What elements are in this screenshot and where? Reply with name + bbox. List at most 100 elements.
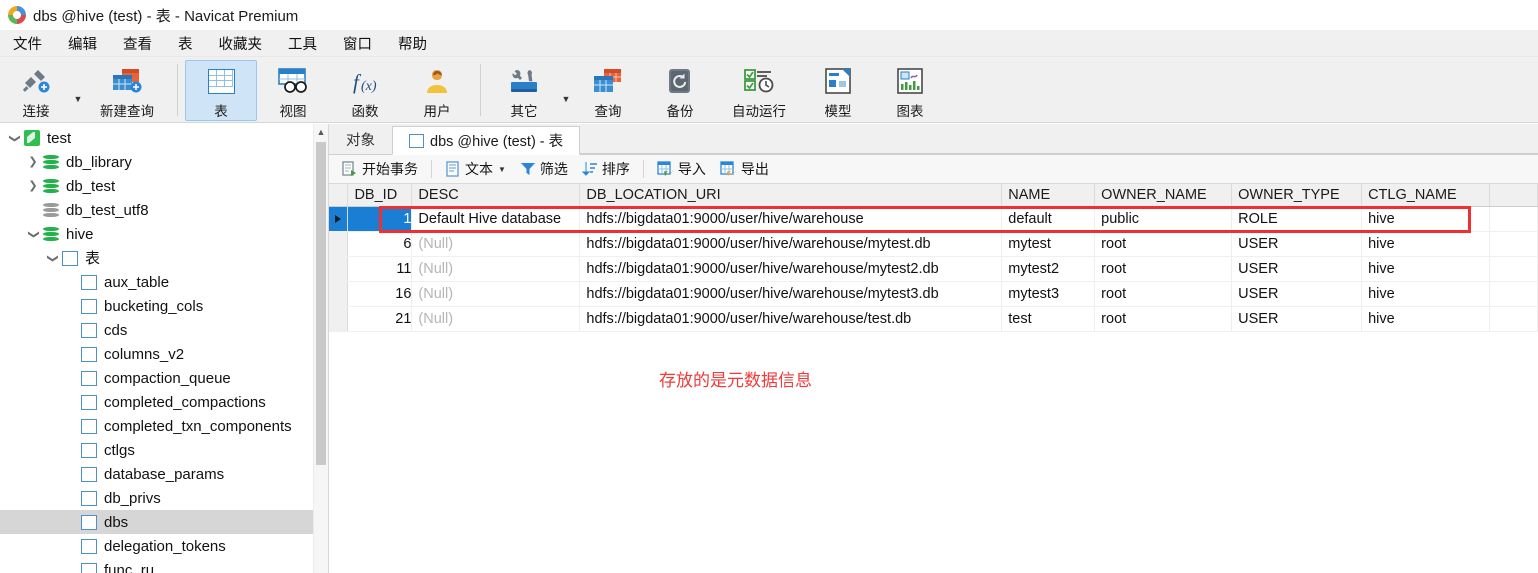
toolbar-model[interactable]: 模型 [802,60,874,121]
toolbar-table[interactable]: 表 [185,60,257,121]
grid-cell[interactable]: hdfs://bigdata01:9000/user/hive/warehous… [579,206,1003,232]
grid-cell-null[interactable]: (Null) [411,231,581,257]
menu-edit[interactable]: 编辑 [55,30,110,57]
grid-cell[interactable]: test [1001,306,1096,332]
grid-cell[interactable]: hdfs://bigdata01:9000/user/hive/warehous… [579,281,1003,307]
grid-cell[interactable]: USER [1231,231,1363,257]
chevron-up-icon[interactable]: ▲ [314,124,328,139]
grid-row[interactable]: 11 (Null) hdfs://bigdata01:9000/user/hive/… [329,256,1538,282]
tree-item-completed_txn_components[interactable]: completed_txn_components [0,414,328,438]
toolbar-automation[interactable]: 自动运行 [716,60,802,121]
tree-item-delegation_tokens[interactable]: delegation_tokens [0,534,328,558]
sidebar-scrollbar-thumb[interactable] [316,142,326,465]
toolbar-view[interactable]: 视图 [257,60,329,121]
tree-item-db_library[interactable]: ❯ db_library [0,150,328,174]
grid-cell[interactable]: public [1094,206,1233,232]
tree-item-ctlgs[interactable]: ctlgs [0,438,328,462]
chevron-down-icon[interactable]: ❯ [28,224,40,244]
toolbar-chart[interactable]: 图表 [874,60,946,121]
grid-cell[interactable]: default [1001,206,1096,232]
grid-cell[interactable]: 11 [347,256,413,282]
grid-cell[interactable]: 16 [347,281,413,307]
grid-cell[interactable]: root [1094,256,1233,282]
filter-button[interactable]: 筛选 [513,157,575,181]
current-row-indicator-icon[interactable] [329,206,349,232]
tree-item-completed_compactions[interactable]: completed_compactions [0,390,328,414]
grid-cell[interactable]: Default Hive database [411,206,581,232]
chevron-down-icon[interactable]: ▼ [498,165,506,174]
grid-cell[interactable]: hive [1361,231,1491,257]
toolbar-query[interactable]: 查询 [572,60,644,121]
grid-cell[interactable]: hdfs://bigdata01:9000/user/hive/warehous… [579,231,1003,257]
chevron-right-icon[interactable]: ❯ [23,156,43,168]
grid-cell-null[interactable]: (Null) [411,306,581,332]
tree-item-db_privs[interactable]: db_privs [0,486,328,510]
grid-cell[interactable]: hive [1361,256,1491,282]
grid-row[interactable]: 16 (Null) hdfs://bigdata01:9000/user/hive/… [329,281,1538,307]
grid-column-header[interactable]: NAME [1001,184,1096,207]
begin-transaction-button[interactable]: 开始事务 [335,157,425,181]
toolbar-new-query[interactable]: 新建查询 [84,60,170,121]
tree-item-aux_table[interactable]: aux_table [0,270,328,294]
tree-item-compaction_queue[interactable]: compaction_queue [0,366,328,390]
tree-item-hive[interactable]: ❯ hive [0,222,328,246]
grid-cell-null[interactable]: (Null) [411,256,581,282]
tab-objects[interactable]: 对象 [329,125,392,154]
grid-cell[interactable]: 21 [347,306,413,332]
chevron-down-icon[interactable]: ❯ [47,248,59,268]
chevron-right-icon[interactable]: ❯ [23,180,43,192]
grid-row-gutter[interactable] [329,306,349,332]
grid-cell[interactable]: hdfs://bigdata01:9000/user/hive/warehous… [579,306,1003,332]
grid-column-header[interactable]: OWNER_TYPE [1231,184,1363,207]
grid-column-header[interactable]: DB_LOCATION_URI [579,184,1003,207]
menu-file[interactable]: 文件 [0,30,55,57]
tree-item-cds[interactable]: cds [0,318,328,342]
text-view-button[interactable]: 文本 ▼ [438,157,513,181]
tree-item-db_test[interactable]: ❯ db_test [0,174,328,198]
grid-cell[interactable]: hdfs://bigdata01:9000/user/hive/warehous… [579,256,1003,282]
grid-cell[interactable]: 1 [347,206,413,232]
sidebar-scrollbar[interactable]: ▲ [313,124,328,573]
sort-button[interactable]: 排序 [575,157,637,181]
grid-cell[interactable]: USER [1231,306,1363,332]
grid-cell-null[interactable]: (Null) [411,281,581,307]
grid-cell[interactable]: root [1094,306,1233,332]
menu-table[interactable]: 表 [165,30,206,57]
grid-cell[interactable]: USER [1231,281,1363,307]
grid-cell[interactable]: hive [1361,306,1491,332]
chevron-down-icon[interactable]: ▼ [72,94,84,104]
grid-column-header[interactable]: DESC [411,184,581,207]
grid-row[interactable]: 6 (Null) hdfs://bigdata01:9000/user/hive/w… [329,231,1538,257]
grid-cell[interactable]: USER [1231,256,1363,282]
toolbar-other[interactable]: 其它 [488,60,560,121]
menu-favorites[interactable]: 收藏夹 [206,30,276,57]
tree-item-test[interactable]: ❯ test [0,126,328,150]
grid-cell[interactable]: hive [1361,281,1491,307]
export-button[interactable]: 导出 [713,157,776,181]
grid-cell[interactable]: mytest3 [1001,281,1096,307]
grid-cell[interactable]: root [1094,231,1233,257]
grid-cell[interactable]: mytest [1001,231,1096,257]
menu-window[interactable]: 窗口 [330,30,385,57]
toolbar-backup[interactable]: 备份 [644,60,716,121]
tab-dbs-table[interactable]: dbs @hive (test) - 表 [392,126,581,155]
tree-item-dbs[interactable]: dbs [0,510,328,534]
menu-tools[interactable]: 工具 [275,30,330,57]
grid-column-header[interactable]: DB_ID [347,184,413,207]
tree-item-bucketing_cols[interactable]: bucketing_cols [0,294,328,318]
tree-item-database_params[interactable]: database_params [0,462,328,486]
grid-column-header[interactable]: CTLG_NAME [1361,184,1491,207]
grid-cell[interactable]: 6 [347,231,413,257]
grid-cell[interactable]: ROLE [1231,206,1363,232]
grid-row[interactable]: 21 (Null) hdfs://bigdata01:9000/user/hive/… [329,306,1538,332]
grid-row-gutter[interactable] [329,281,349,307]
chevron-down-icon[interactable]: ▼ [560,94,572,104]
grid-row-gutter[interactable] [329,231,349,257]
tree-item-columns_v2[interactable]: columns_v2 [0,342,328,366]
toolbar-user[interactable]: 用户 [401,60,473,121]
chevron-down-icon[interactable]: ❯ [9,128,21,148]
tree-item-[interactable]: ❯ 表 [0,246,328,270]
menu-view[interactable]: 查看 [110,30,165,57]
grid-row[interactable]: 1 Default Hive database hdfs://bigdata01:9… [329,206,1538,232]
grid-cell[interactable]: root [1094,281,1233,307]
